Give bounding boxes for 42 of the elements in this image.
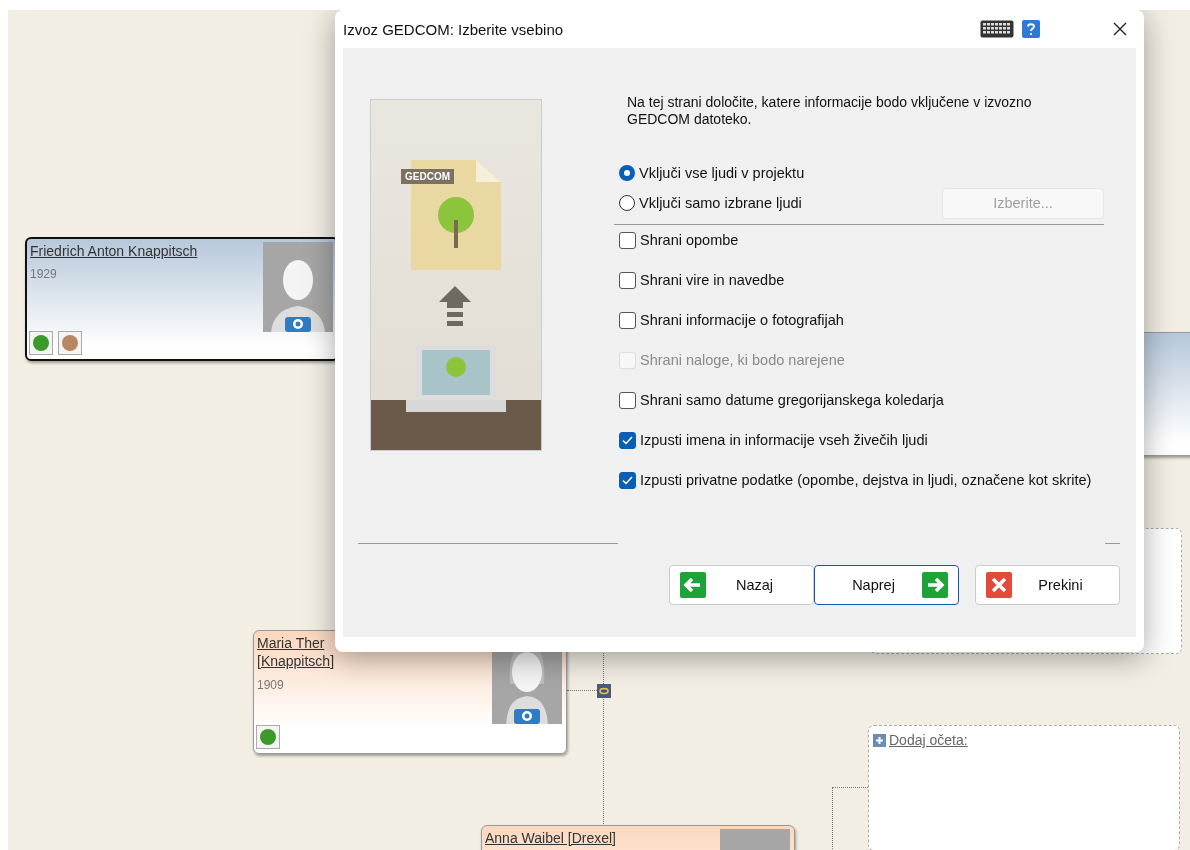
birth-year: 1909 bbox=[257, 678, 284, 692]
help-icon[interactable] bbox=[1022, 20, 1040, 38]
cross-icon bbox=[986, 572, 1012, 598]
person-name-link[interactable]: Friedrich Anton Knappitsch bbox=[30, 242, 198, 260]
photo-placeholder[interactable] bbox=[263, 242, 333, 332]
checkbox[interactable] bbox=[619, 232, 636, 249]
plus-icon bbox=[873, 734, 886, 747]
upload-arrow-icon bbox=[439, 286, 471, 326]
checkbox-label: Shrani informacije o fotografijah bbox=[640, 311, 844, 330]
keyboard-icon[interactable] bbox=[980, 20, 1014, 38]
next-button[interactable]: Naprej bbox=[814, 565, 959, 605]
empty-person-card[interactable]: Dodaj očeta: bbox=[868, 725, 1180, 850]
birth-year: 1929 bbox=[30, 267, 57, 281]
checkbox-label: Shrani naloge, ki bodo narejene bbox=[640, 351, 845, 370]
marriage-rings-icon bbox=[597, 684, 611, 698]
check-icon bbox=[622, 476, 633, 485]
checkbox[interactable] bbox=[619, 312, 636, 329]
checkbox[interactable] bbox=[619, 432, 636, 449]
person-name-link[interactable]: Maria Ther [Knappitsch] bbox=[257, 634, 335, 670]
radio-button[interactable] bbox=[619, 165, 635, 181]
laptop-icon bbox=[406, 345, 506, 412]
checkbox-label: Shrani opombe bbox=[640, 231, 739, 250]
checkbox-label: Shrani vire in navedbe bbox=[640, 271, 785, 290]
radio-label: Vključi vse ljudi v projektu bbox=[639, 165, 805, 181]
check-icon bbox=[622, 436, 633, 445]
cancel-button[interactable]: Prekini bbox=[975, 565, 1120, 605]
dialog-title: Izvoz GEDCOM: Izberite vsebino bbox=[343, 20, 565, 38]
checkbox[interactable] bbox=[619, 472, 636, 489]
checkbox[interactable] bbox=[619, 272, 636, 289]
checkbox-label: Izpusti imena in informacije vseh živečih ljudi bbox=[640, 431, 928, 450]
radio-label: Vključi samo izbrane ljudi bbox=[639, 195, 802, 211]
person-card[interactable]: Anna Waibel [Drexel] bbox=[481, 825, 795, 850]
checkbox-label: Izpusti privatne podatke (opombe, dejstva in ljudi, označene kot skrite) bbox=[640, 471, 1092, 490]
close-icon[interactable] bbox=[1112, 21, 1128, 37]
radio-button[interactable] bbox=[619, 195, 635, 211]
add-father-link[interactable]: Dodaj očeta: bbox=[889, 732, 968, 748]
person-name-link[interactable]: Anna Waibel [Drexel] bbox=[485, 829, 616, 847]
checkbox[interactable] bbox=[619, 392, 636, 409]
gedcom-tag: GEDCOM bbox=[401, 169, 454, 184]
back-button[interactable]: Nazaj bbox=[669, 565, 814, 605]
checkbox-label: Shrani samo datume gregorijanskega koledarja bbox=[640, 391, 944, 410]
intro-text: Na tej strani določite, katere informacije bodo vključene v izvozno GEDCOM datoteko. bbox=[626, 94, 1033, 128]
